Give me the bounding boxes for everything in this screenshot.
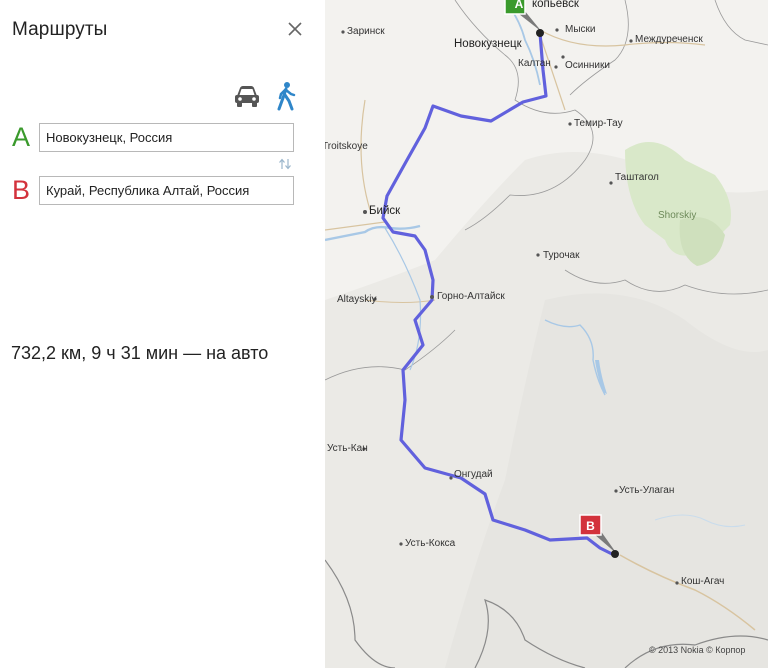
city-label: Altayskiy [337, 294, 377, 305]
destination-location-input[interactable] [39, 176, 294, 205]
walking-person-icon [277, 82, 296, 111]
close-icon [288, 22, 302, 36]
city-label: Горно-Алтайск [437, 291, 505, 302]
city-label: Кош-Агач [681, 576, 725, 587]
start-location-input[interactable] [39, 123, 294, 152]
city-label: Shorskiy [658, 210, 697, 221]
city-label: Таштагол [615, 172, 659, 183]
map-view[interactable]: Новокузнецк копьевск Мыски Междуреченск … [325, 0, 768, 668]
city-label: Междуреченск [635, 34, 703, 45]
car-mode-button[interactable] [233, 84, 261, 108]
swap-icon [279, 158, 291, 170]
city-label: Калтан [518, 58, 551, 69]
swap-waypoints-button[interactable] [277, 157, 293, 171]
walk-mode-button[interactable] [275, 81, 297, 111]
city-label: Усть-Улаган [619, 485, 675, 496]
city-label: Бийск [369, 205, 401, 217]
marker-a-letter: A [514, 0, 524, 11]
city-label: Турочак [543, 250, 580, 261]
map-copyright: © 2013 Nokia © Корпор [649, 645, 746, 655]
city-label: Мыски [565, 24, 596, 35]
directions-panel: Маршруты A Новокузнецк, Россия B Курай, … [0, 0, 325, 668]
panel-title: Маршруты [12, 19, 108, 40]
city-label: Осинники [565, 60, 610, 71]
marker-b-letter: B [586, 519, 595, 533]
city-label: Заринск [347, 26, 385, 37]
route-summary: 732,2 км, 9 ч 31 мин — на авто [11, 343, 269, 363]
close-button[interactable] [285, 19, 305, 39]
waypoint-a-label: A [12, 122, 31, 152]
waypoint-b-label: B [12, 175, 31, 205]
city-label: Темир-Тау [574, 118, 623, 129]
city-label: Усть-Кан [327, 443, 368, 454]
car-icon [235, 86, 259, 107]
map-base [325, 0, 768, 668]
city-label: Усть-Кокса [405, 538, 456, 549]
city-label: Troitskoye [325, 141, 368, 152]
city-label: Онгудай [454, 469, 493, 480]
